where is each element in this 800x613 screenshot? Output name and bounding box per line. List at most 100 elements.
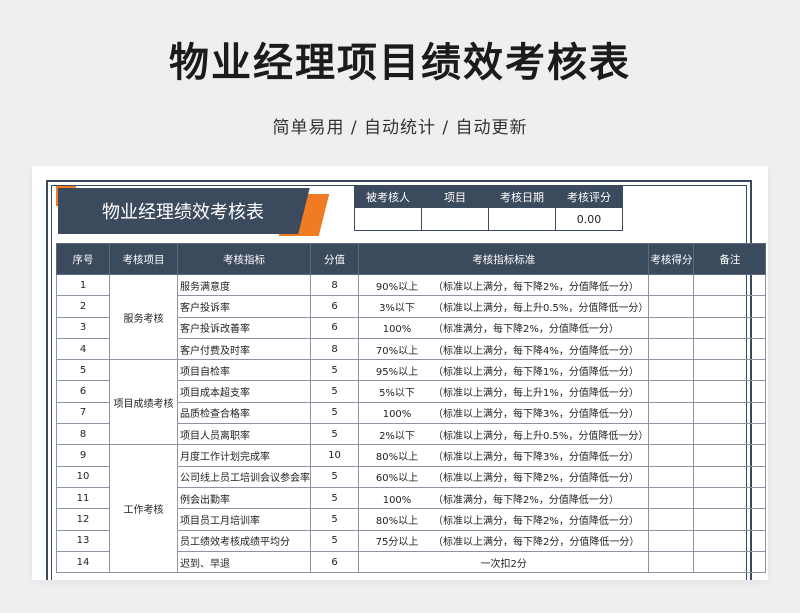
score-cell: 5	[310, 486, 359, 510]
standard-rule: （标准以上满分，每下降2%，分值降低一分）	[433, 281, 639, 293]
col-header-result: 考核得分	[648, 243, 695, 275]
col-header-remark: 备注	[693, 243, 767, 275]
page-title: 物业经理项目绩效考核表	[169, 40, 631, 86]
table-row: 1 服务考核 服务满意度 8 90%以上 （标准以上满分，每下降2%，分值降低一分）	[56, 273, 767, 361]
remark-cell[interactable]	[693, 295, 767, 318]
result-cell[interactable]	[648, 444, 695, 467]
indicator-cell: 项目员工月培训率	[177, 508, 311, 531]
standard-rule: （标准以上满分，每下降4%，分值降低一分）	[433, 345, 639, 357]
row-number: 12	[56, 508, 110, 531]
standard-cell: 90%以上 （标准以上满分，每下降2%，分值降低一分）	[357, 273, 650, 297]
standard-threshold: 60%以上	[375, 473, 419, 485]
indicator-cell: 员工绩效考核成绩平均分	[177, 529, 311, 552]
assessment-table: 序号 考核项目 考核指标 分值 考核指标标准 考核得分 备注 1 服务考核 服务满意…	[56, 243, 767, 574]
sheet-banner: 物业经理绩效考核表	[58, 188, 306, 234]
remark-cell[interactable]	[693, 486, 767, 510]
remark-cell[interactable]	[693, 423, 767, 446]
col-header-no: 序号	[56, 243, 110, 275]
result-cell[interactable]	[648, 529, 695, 552]
remark-cell[interactable]	[693, 529, 767, 552]
table-row: 9 工作考核 月度工作计划完成率 10 80%以上 （标准以上满分，每下降3%，分值降低一…	[56, 444, 767, 574]
row-number: 4	[56, 337, 110, 361]
row-number: 13	[56, 529, 110, 552]
standard-rule: （标准满分，每下降2%，分值降低一分）	[433, 494, 619, 506]
indicator-cell: 客户投诉率	[177, 295, 311, 318]
row-number: 14	[56, 550, 110, 574]
score-cell: 5	[310, 508, 359, 531]
result-cell[interactable]	[648, 359, 695, 382]
standard-threshold: 70%以上	[375, 345, 419, 357]
standard-threshold: 100%	[382, 494, 412, 506]
result-cell[interactable]	[648, 295, 695, 318]
info-value-rating[interactable]: 0.00	[555, 207, 623, 231]
score-cell: 8	[310, 337, 359, 361]
info-header-examinee: 被考核人	[354, 186, 422, 208]
indicator-cell: 迟到、早退	[177, 550, 311, 574]
score-cell: 5	[310, 465, 359, 488]
result-cell[interactable]	[648, 465, 695, 488]
result-cell[interactable]	[648, 423, 695, 446]
standard-rule: （标准以上满分，每下降1%，分值降低一分）	[433, 366, 639, 378]
indicator-cell: 例会出勤率	[177, 486, 311, 510]
page-subtitle: 简单易用 / 自动统计 / 自动更新	[272, 118, 528, 138]
sheet-banner-title: 物业经理绩效考核表	[102, 202, 264, 223]
info-value-date[interactable]	[488, 207, 556, 231]
standard-rule: （标准以上满分，每下降2%，分值降低一分）	[433, 473, 639, 485]
result-cell[interactable]	[648, 337, 695, 361]
remark-cell[interactable]	[693, 401, 767, 425]
indicator-cell: 服务满意度	[177, 273, 311, 297]
result-cell[interactable]	[648, 273, 695, 297]
remark-cell[interactable]	[693, 550, 767, 574]
indicator-cell: 月度工作计划完成率	[177, 444, 311, 467]
group-label: 服务考核	[109, 273, 178, 361]
result-cell[interactable]	[648, 316, 695, 339]
result-cell[interactable]	[648, 380, 695, 403]
row-number: 3	[56, 316, 110, 339]
standard-cell: 70%以上 （标准以上满分，每下降4%，分值降低一分）	[357, 337, 650, 361]
indicator-cell: 项目人员离职率	[177, 423, 311, 446]
standard-threshold: 80%以上	[375, 515, 419, 527]
standard-threshold: 2%以下	[379, 430, 415, 442]
remark-cell[interactable]	[693, 465, 767, 488]
score-cell: 6	[310, 295, 359, 318]
remark-cell[interactable]	[693, 359, 767, 382]
remark-cell[interactable]	[693, 337, 767, 361]
info-value-project[interactable]	[421, 207, 489, 231]
standard-rule: （标准以上满分，每下降3%，分值降低一分）	[433, 452, 639, 464]
table-row: 5 项目成绩考核 项目自检率 5 95%以上 （标准以上满分，每下降1%，分值降低一分）	[56, 359, 767, 446]
standard-cell: 一次扣2分	[357, 550, 650, 574]
row-number: 7	[56, 401, 110, 425]
group-label: 工作考核	[109, 444, 178, 574]
standard-rule: （标准满分，每下降2%，分值降低一分）	[433, 324, 619, 336]
row-number: 1	[56, 273, 110, 297]
remark-cell[interactable]	[693, 444, 767, 467]
standard-rule: （标准以上满分，每下降2%，分值降低一分）	[433, 515, 639, 527]
row-number: 8	[56, 423, 110, 446]
standard-threshold: 75分以上	[375, 537, 419, 549]
standard-threshold: 80%以上	[375, 452, 419, 464]
row-number: 6	[56, 380, 110, 403]
standard-cell: 100% （标准满分，每下降2%，分值降低一分）	[357, 486, 650, 510]
remark-cell[interactable]	[693, 508, 767, 531]
standard-cell: 60%以上 （标准以上满分，每下降2%，分值降低一分）	[357, 465, 650, 488]
indicator-cell: 品质检查合格率	[177, 401, 311, 425]
standard-cell: 5%以下 （标准以上满分，每上升1%，分值降低一分）	[357, 380, 650, 403]
result-cell[interactable]	[648, 508, 695, 531]
remark-cell[interactable]	[693, 316, 767, 339]
remark-cell[interactable]	[693, 380, 767, 403]
result-cell[interactable]	[648, 486, 695, 510]
info-value-examinee[interactable]	[354, 207, 422, 231]
result-cell[interactable]	[648, 401, 695, 425]
result-cell[interactable]	[648, 550, 695, 574]
group-label: 项目成绩考核	[109, 359, 178, 446]
score-cell: 5	[310, 423, 359, 446]
standard-rule: （标准以上满分，每上升0.5%，分值降低一分）	[433, 430, 649, 442]
standard-cell: 100% （标准以上满分，每下降3%，分值降低一分）	[357, 401, 650, 425]
remark-cell[interactable]	[693, 273, 767, 297]
score-cell: 10	[310, 444, 359, 467]
info-table: 被考核人 项目 考核日期 考核评分 0.00	[354, 186, 623, 231]
standard-rule: （标准以上满分，每上升1%，分值降低一分）	[433, 388, 639, 400]
col-header-score: 分值	[310, 243, 359, 275]
indicator-cell: 公司线上员工培训会议参会率	[177, 465, 311, 488]
standard-cell: 80%以上 （标准以上满分，每下降3%，分值降低一分）	[357, 444, 650, 467]
